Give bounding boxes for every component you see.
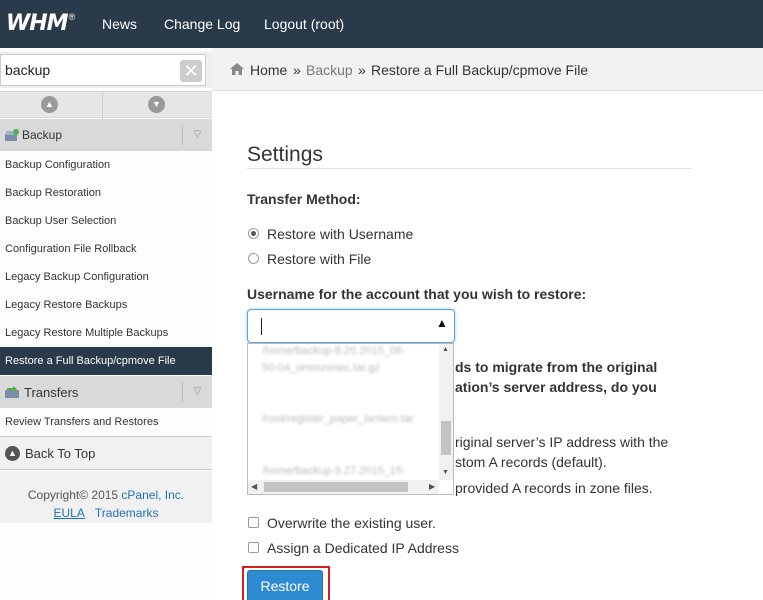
dropdown-option[interactable]: 50-04_ommzonec.tar.gz xyxy=(262,362,380,374)
nav-news[interactable]: News xyxy=(102,16,137,32)
category-label: Backup xyxy=(22,128,63,142)
clear-search-icon[interactable]: ✕ xyxy=(180,60,202,82)
sidebar-item-legacy-restore-backups[interactable]: Legacy Restore Backups xyxy=(0,291,212,319)
transfers-icon xyxy=(5,386,19,398)
scroll-down-icon[interactable]: ▼ xyxy=(442,469,449,476)
sidebar-item-legacy-backup-configuration[interactable]: Legacy Backup Configuration xyxy=(0,263,212,291)
title-divider xyxy=(247,168,692,169)
chevron-down-icon[interactable]: ▽ xyxy=(182,125,212,145)
sidebar-category-backup[interactable]: Backup ▽ xyxy=(0,119,212,151)
text-caret xyxy=(261,318,262,335)
breadcrumb-home[interactable]: Home xyxy=(250,62,287,78)
sidebar-search: ✕ xyxy=(0,52,212,88)
scrollbar-thumb[interactable] xyxy=(441,421,451,455)
ip-option-1-line-1: riginal server’s IP address with the xyxy=(455,434,669,450)
top-nav: News xyxy=(102,0,167,48)
dropdown-vertical-scrollbar[interactable]: ▲ ▼ xyxy=(439,344,453,480)
dropdown-option[interactable]: /root/register_paper_lantern.tar xyxy=(262,413,414,425)
search-input[interactable] xyxy=(0,54,206,86)
combo-arrow-icon[interactable]: ▲ xyxy=(436,316,448,330)
whm-logo[interactable]: WHM ® xyxy=(6,11,75,37)
home-icon[interactable] xyxy=(229,62,245,76)
dropdown-horizontal-scrollbar[interactable]: ◀ ▶ xyxy=(248,480,439,494)
copyright-text: Copyright© 2015 xyxy=(27,488,122,502)
ip-option-2-text: provided A records in zone files. xyxy=(455,480,653,496)
breadcrumb-separator: » xyxy=(358,62,366,78)
breadcrumb-current: Restore a Full Backup/cpmove File xyxy=(371,62,589,78)
sidebar-item-restore-full-backup[interactable]: Restore a Full Backup/cpmove File xyxy=(0,347,212,375)
sidebar-footer: Copyright© 2015 cPanel, Inc. EULA Tradem… xyxy=(0,471,212,523)
sidebar-item-backup-restoration[interactable]: Backup Restoration xyxy=(0,179,212,207)
ip-question-line-2: ation’s server address, do you xyxy=(455,379,657,395)
sidebar: ✕ ▲ ▼ Backup ▽ Backup Configuration Back… xyxy=(0,48,212,600)
logo-registered-mark: ® xyxy=(68,12,76,22)
dedicated-ip-label[interactable]: Assign a Dedicated IP Address xyxy=(267,540,459,556)
page-title: Settings xyxy=(247,143,323,166)
scroll-up-icon[interactable]: ▲ xyxy=(442,346,449,353)
cpanel-link[interactable]: cPanel, Inc. xyxy=(121,488,184,502)
category-label: Transfers xyxy=(24,385,79,400)
legal-links: EULA Trademarks xyxy=(0,506,212,520)
top-bar: WHM ® News Change Log Logout (root) xyxy=(0,0,763,48)
overwrite-user-checkbox[interactable] xyxy=(248,517,259,528)
scroll-left-icon[interactable]: ◀ xyxy=(251,482,257,491)
radio-restore-username[interactable] xyxy=(248,228,259,239)
nav-change-log[interactable]: Change Log xyxy=(164,16,240,32)
transfer-method-label: Transfer Method: xyxy=(247,191,361,207)
breadcrumb-separator: » xyxy=(293,62,301,78)
top-nav-3: Logout (root) xyxy=(264,0,374,48)
main-content: Settings Transfer Method: Restore with U… xyxy=(212,91,763,600)
scrollbar-thumb[interactable] xyxy=(264,482,408,492)
collapse-down-icon[interactable]: ▼ xyxy=(148,96,165,113)
breadcrumb: Home » Backup » Restore a Full Backup/cp… xyxy=(212,48,763,91)
chevron-down-icon[interactable]: ▽ xyxy=(182,382,212,402)
username-combobox[interactable]: ▲ xyxy=(247,309,455,343)
restore-username-label[interactable]: Restore with Username xyxy=(267,226,413,242)
copyright-line: Copyright© 2015 cPanel, Inc. xyxy=(0,488,212,502)
sidebar-item-backup-user-selection[interactable]: Backup User Selection xyxy=(0,207,212,235)
sidebar-item-review-transfers[interactable]: Review Transfers and Restores xyxy=(0,408,212,436)
dedicated-ip-checkbox[interactable] xyxy=(248,542,259,553)
collapse-up-icon[interactable]: ▲ xyxy=(41,96,58,113)
eula-link[interactable]: EULA xyxy=(54,506,85,520)
sidebar-category-transfers[interactable]: Transfers ▽ xyxy=(0,376,212,408)
dropdown-option[interactable]: /home/backup-8.20.2015_06- xyxy=(262,345,406,357)
sidebar-item-legacy-restore-multiple-backups[interactable]: Legacy Restore Multiple Backups xyxy=(0,319,212,347)
radio-restore-file[interactable] xyxy=(248,253,259,264)
sidebar-item-configuration-file-rollback[interactable]: Configuration File Rollback xyxy=(0,235,212,263)
overwrite-user-label[interactable]: Overwrite the existing user. xyxy=(267,515,436,531)
sidebar-item-backup-configuration[interactable]: Backup Configuration xyxy=(0,151,212,179)
back-to-top[interactable]: ▲ Back To Top xyxy=(0,436,212,470)
restore-file-label[interactable]: Restore with File xyxy=(267,251,371,267)
username-dropdown-list[interactable]: /home/backup-8.20.2015_06- 50-04_ommzone… xyxy=(247,343,454,495)
restore-button[interactable]: Restore xyxy=(247,570,323,600)
backup-icon xyxy=(5,129,19,141)
collapse-controls: ▲ ▼ xyxy=(0,91,212,119)
logo-text: WHM xyxy=(6,11,69,36)
collapse-divider xyxy=(102,92,103,119)
breadcrumb-backup[interactable]: Backup xyxy=(306,62,353,78)
ip-option-1-line-2: stom A records (default). xyxy=(455,454,607,470)
top-nav-2: Change Log xyxy=(164,0,270,48)
username-label: Username for the account that you wish t… xyxy=(247,286,587,302)
scroll-right-icon[interactable]: ▶ xyxy=(429,482,435,491)
arrow-up-icon: ▲ xyxy=(5,446,20,461)
trademarks-link[interactable]: Trademarks xyxy=(95,506,159,520)
dropdown-option[interactable]: /home/backup-9.27.2015_15- xyxy=(262,465,406,477)
ip-question-line-1: ds to migrate from the original xyxy=(455,359,658,375)
back-to-top-label: Back To Top xyxy=(25,446,96,461)
nav-logout[interactable]: Logout (root) xyxy=(264,16,344,32)
